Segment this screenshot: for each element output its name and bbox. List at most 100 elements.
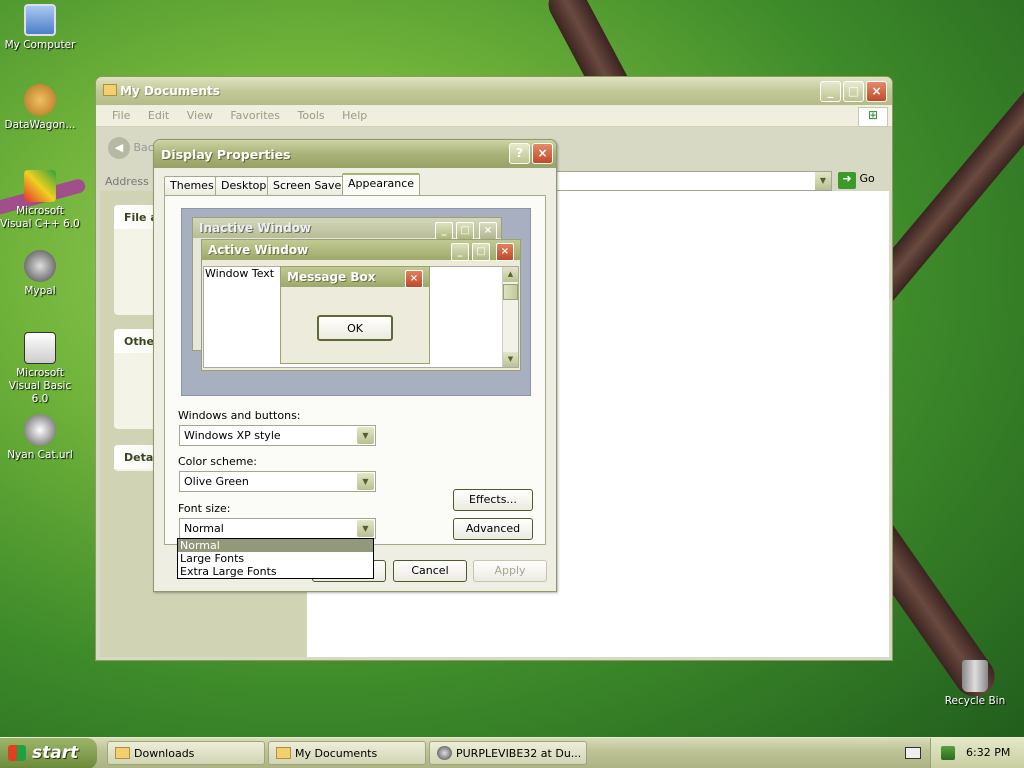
explorer-title-bar[interactable]: My Documents <box>96 77 892 105</box>
desktop-icon-label: Mypal <box>24 285 56 297</box>
back-label: Bac <box>133 141 154 154</box>
minimize-icon: _ <box>435 222 453 240</box>
taskbar-item-purplevibe[interactable]: PURPLEVIBE32 at Du... <box>429 741 587 765</box>
tab-appearance[interactable]: Appearance <box>342 173 421 195</box>
appearance-preview: Inactive Window _ □ × Active Window _ □ … <box>181 208 531 396</box>
windows-logo: ⊞ <box>858 107 888 127</box>
help-button[interactable]: ? <box>509 143 530 164</box>
menu-help[interactable]: Help <box>342 109 367 122</box>
desktop-icon-label: Microsoft Visual C++ 6.0 <box>0 205 80 230</box>
taskbar-item-downloads[interactable]: Downloads <box>107 741 265 765</box>
task-label: My Documents <box>295 747 378 760</box>
desktop-icon-nyan-cat[interactable]: Nyan Cat.url <box>0 414 80 462</box>
scroll-down-icon: ▼ <box>503 352 518 367</box>
address-label: Address <box>105 175 149 188</box>
color-scheme-value: Olive Green <box>184 475 249 488</box>
chevron-down-icon: ▼ <box>357 427 374 444</box>
display-properties-dialog[interactable]: Display Properties ? × Themes Desktop Sc… <box>153 139 557 592</box>
scroll-thumb <box>503 284 518 300</box>
taskbar-item-my-documents[interactable]: My Documents <box>268 741 426 765</box>
desktop-icon-label: Recycle Bin <box>944 695 1006 707</box>
dialog-close-button[interactable]: × <box>532 143 553 164</box>
menu-tools[interactable]: Tools <box>298 109 325 122</box>
go-button[interactable]: ➜ Go <box>838 172 888 190</box>
back-button[interactable]: ◀ Bac <box>108 137 158 161</box>
font-size-option-extra-large[interactable]: Extra Large Fonts <box>178 565 373 578</box>
dialog-title-bar[interactable]: Display Properties <box>154 140 556 168</box>
desktop-icon-visual-cpp[interactable]: Microsoft Visual C++ 6.0 <box>0 170 80 231</box>
font-size-option-large[interactable]: Large Fonts <box>178 552 373 565</box>
font-size-label: Font size: <box>178 502 231 515</box>
font-size-option-normal[interactable]: Normal <box>178 539 373 552</box>
desktop-icon-label: My Computer <box>4 39 76 51</box>
close-icon: × <box>479 222 497 240</box>
preview-window-text: Window Text <box>205 267 275 280</box>
visual-cpp-icon <box>24 170 56 202</box>
chevron-down-icon: ▼ <box>357 473 374 490</box>
back-arrow-icon: ◀ <box>108 137 130 159</box>
datawagon-icon <box>24 84 56 116</box>
menu-file[interactable]: File <box>112 109 130 122</box>
menu-bar: File Edit View Favorites Tools Help <box>96 105 892 127</box>
minimize-button[interactable]: _ <box>820 81 841 102</box>
windows-buttons-label: Windows and buttons: <box>178 409 301 422</box>
windows-flag-icon <box>8 745 26 761</box>
minimize-icon: _ <box>451 243 469 261</box>
visual-basic-icon <box>24 332 56 364</box>
task-label: Downloads <box>134 747 195 760</box>
system-tray: 6:32 PM <box>930 738 1024 768</box>
start-button[interactable]: start <box>0 738 97 768</box>
close-icon: × <box>405 270 423 288</box>
taskbar: start Downloads My Documents PURPLEVIBE3… <box>0 737 1024 768</box>
advanced-button[interactable]: Advanced <box>453 518 533 540</box>
cancel-button[interactable]: Cancel <box>393 560 467 582</box>
tab-desktop[interactable]: Desktop <box>215 176 273 195</box>
folder-icon <box>276 747 291 759</box>
go-label: Go <box>859 172 875 185</box>
maximize-button[interactable]: □ <box>843 81 864 102</box>
desktop-icon-label: Microsoft Visual Basic 6.0 <box>8 367 72 405</box>
address-dropdown-arrow[interactable]: ▼ <box>815 172 831 190</box>
preview-scrollbar: ▲ ▼ <box>502 267 518 367</box>
keyboard-icon[interactable] <box>905 747 921 759</box>
network-icon[interactable] <box>941 746 955 760</box>
menu-edit[interactable]: Edit <box>148 109 169 122</box>
effects-button[interactable]: Effects... <box>453 489 533 511</box>
desktop-icon-my-computer[interactable]: My Computer <box>0 4 80 52</box>
scroll-up-icon: ▲ <box>503 267 518 282</box>
windows-buttons-select[interactable]: Windows XP style ▼ <box>179 425 376 446</box>
menu-favorites[interactable]: Favorites <box>230 109 280 122</box>
folder-icon <box>103 84 117 96</box>
go-arrow-icon: ➜ <box>838 172 856 189</box>
explorer-title: My Documents <box>120 84 220 98</box>
font-size-value: Normal <box>184 522 224 535</box>
font-size-dropdown-list: Normal Large Fonts Extra Large Fonts <box>177 538 374 579</box>
appearance-tab-panel: Inactive Window _ □ × Active Window _ □ … <box>164 195 546 545</box>
preview-inactive-title: Inactive Window <box>193 218 501 238</box>
color-scheme-select[interactable]: Olive Green ▼ <box>179 471 376 492</box>
computer-icon <box>24 4 56 36</box>
desktop-icon-datawagon[interactable]: DataWagon... <box>0 84 80 132</box>
apply-button[interactable]: Apply <box>473 560 547 582</box>
desktop-icon-label: Nyan Cat.url <box>7 449 73 461</box>
maximize-icon: □ <box>472 243 490 261</box>
font-size-select[interactable]: Normal ▼ <box>179 518 376 539</box>
raccoon-icon <box>24 250 56 282</box>
raccoon-icon <box>437 746 452 760</box>
recycle-bin-icon <box>962 660 988 692</box>
address-field[interactable] <box>556 171 832 191</box>
close-button[interactable]: × <box>866 81 887 102</box>
desktop-icon-mypal[interactable]: Mypal <box>0 250 80 298</box>
windows-buttons-value: Windows XP style <box>184 429 281 442</box>
dialog-title: Display Properties <box>161 147 291 162</box>
desktop-icon-recycle-bin[interactable]: Recycle Bin <box>935 660 1015 708</box>
clock[interactable]: 6:32 PM <box>966 746 1010 759</box>
close-icon: × <box>496 243 514 261</box>
tab-screen-saver[interactable]: Screen Saver <box>267 176 352 195</box>
preview-ok-button: OK <box>317 315 393 341</box>
task-label: PURPLEVIBE32 at Du... <box>456 747 582 760</box>
desktop-icon-visual-basic[interactable]: Microsoft Visual Basic 6.0 <box>0 332 80 406</box>
tab-themes[interactable]: Themes <box>164 176 220 195</box>
start-label: start <box>32 743 79 763</box>
menu-view[interactable]: View <box>187 109 213 122</box>
